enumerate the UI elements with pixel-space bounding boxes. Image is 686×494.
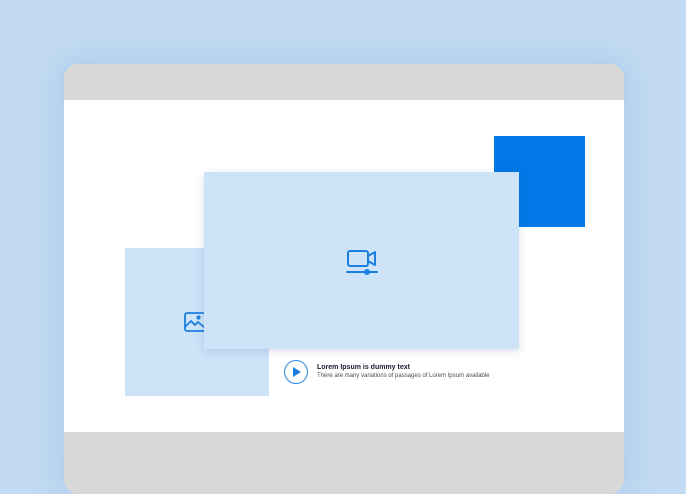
caption-title: Lorem Ipsum is dummy text [317,364,410,371]
caption-text: There are many variations of passages of… [317,373,490,379]
video-placeholder-card[interactable] [204,172,519,349]
play-button[interactable] [284,360,308,384]
window-content: Lorem Ipsum is dummy text There are many… [64,100,624,432]
media-caption: Lorem Ipsum is dummy text There are many… [317,363,617,380]
play-icon [293,367,301,377]
video-camera-icon [346,250,378,275]
browser-window: Lorem Ipsum is dummy text There are many… [64,64,624,494]
